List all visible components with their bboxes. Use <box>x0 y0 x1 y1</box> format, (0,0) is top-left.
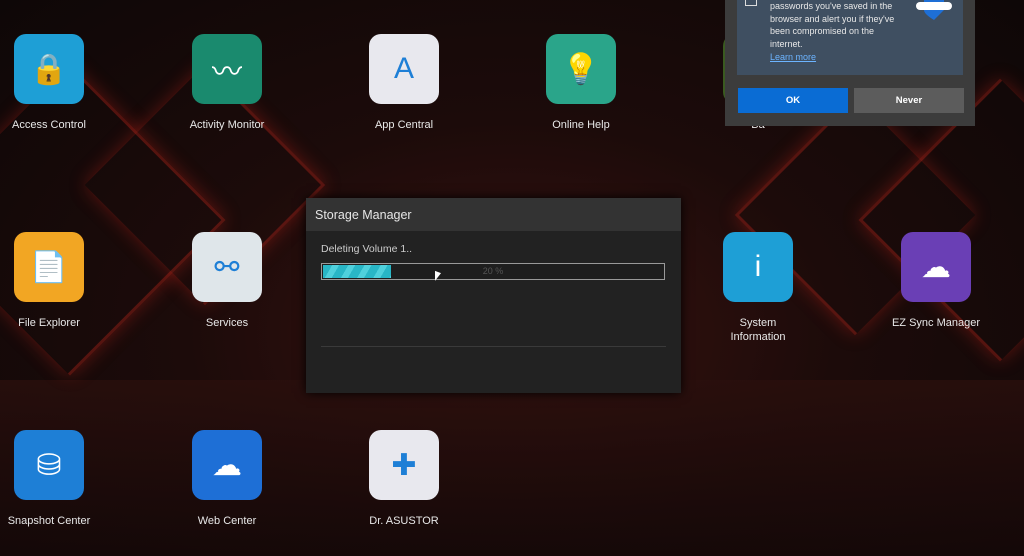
progress-message: Deleting Volume 1.. <box>321 243 413 255</box>
nas-health-icon: ✚ <box>369 430 439 500</box>
app-app-central[interactable]: A App Central <box>329 34 479 132</box>
id-badge-lock-icon: 🔒 <box>14 34 84 104</box>
app-online-help[interactable]: 💡 Online Help <box>506 34 656 132</box>
app-label: Activity Monitor <box>189 119 265 131</box>
cloud-server-icon: ☁ <box>192 430 262 500</box>
info-icon: i <box>723 232 793 302</box>
folder-icon: 📄 <box>14 232 84 302</box>
app-access-control[interactable]: 🔒 Access Control <box>0 34 124 132</box>
app-services[interactable]: ⚯ Services <box>152 232 302 330</box>
app-web-center[interactable]: ☁ Web Center <box>152 430 302 528</box>
app-label: Snapshot Center <box>7 515 91 527</box>
app-label: EZ Sync Manager <box>891 317 981 329</box>
divider <box>321 346 666 347</box>
password-monitor-popup: passwords you've saved in the browser an… <box>725 0 975 126</box>
app-central-rainbow-icon: A <box>369 34 439 104</box>
cloud-sync-icon: ☁ <box>901 232 971 302</box>
checkbox-icon[interactable] <box>745 0 757 6</box>
app-label: System Information <box>730 317 786 343</box>
app-system-information[interactable]: i System Information <box>683 232 833 344</box>
app-file-explorer[interactable]: 📄 File Explorer <box>0 232 124 330</box>
popup-content: passwords you've saved in the browser an… <box>737 0 963 75</box>
app-label: Web Center <box>197 515 257 527</box>
app-dr-asustor[interactable]: ✚ Dr. ASUSTOR <box>329 430 479 528</box>
popup-text: passwords you've saved in the browser an… <box>770 1 895 49</box>
app-label: App Central <box>374 119 434 131</box>
learn-more-link[interactable]: Learn more <box>770 51 895 64</box>
app-snapshot-center[interactable]: ⛁ Snapshot Center <box>0 430 124 528</box>
app-label: Services <box>205 317 249 329</box>
dialog-title[interactable]: Storage Manager <box>306 198 681 231</box>
progress-label: 20 % <box>482 266 504 276</box>
progress-bar: 20 % <box>321 263 665 280</box>
heartbeat-monitor-icon: 〰 <box>192 34 262 104</box>
storage-manager-dialog: Storage Manager Deleting Volume 1.. 20 % <box>306 198 681 393</box>
help-map-icon: 💡 <box>546 34 616 104</box>
services-nodes-icon: ⚯ <box>192 232 262 302</box>
app-label: Online Help <box>552 119 610 131</box>
never-button[interactable]: Never <box>854 88 964 113</box>
app-label: File Explorer <box>18 317 80 329</box>
app-ez-sync-manager[interactable]: ☁ EZ Sync Manager <box>861 232 1011 330</box>
app-label: Dr. ASUSTOR <box>369 515 439 527</box>
app-label: Access Control <box>12 119 86 131</box>
database-camera-icon: ⛁ <box>14 430 84 500</box>
mouse-cursor-icon <box>435 270 441 284</box>
ok-button[interactable]: OK <box>738 88 848 113</box>
app-activity-monitor[interactable]: 〰 Activity Monitor <box>152 34 302 132</box>
password-shield-icon <box>916 0 952 20</box>
